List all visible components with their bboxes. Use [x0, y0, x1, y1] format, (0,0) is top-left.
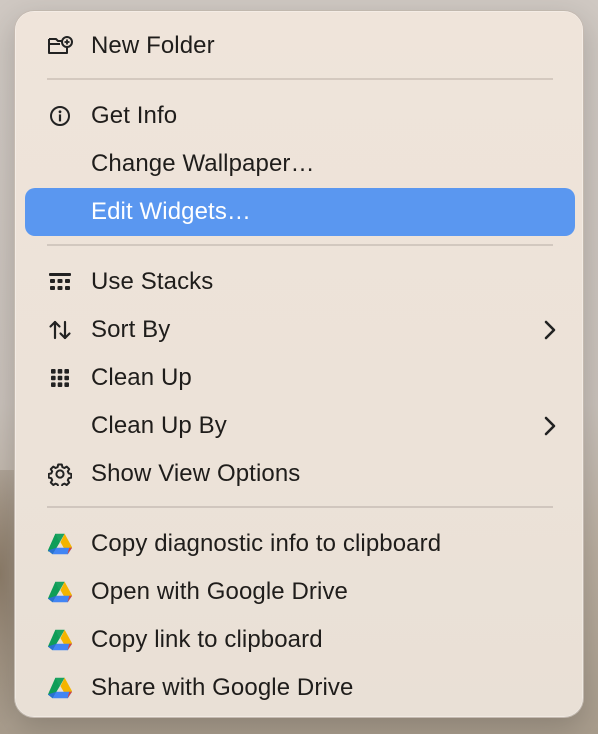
menu-item-label: Get Info [91, 102, 178, 129]
menu-item-label: Clean Up By [91, 412, 227, 439]
menu-item-clean-up-by[interactable]: Clean Up By [25, 402, 575, 450]
menu-item-label: Edit Widgets… [91, 198, 252, 225]
menu-item-label: Sort By [91, 316, 171, 343]
menu-item-use-stacks[interactable]: Use Stacks [25, 258, 575, 306]
google-drive-icon [47, 531, 73, 557]
menu-item-label: Share with Google Drive [91, 674, 354, 701]
menu-item-copy-link-to-clipboard[interactable]: Copy link to clipboard [25, 616, 575, 664]
menu-item-label: Clean Up [91, 364, 192, 391]
info-icon [47, 103, 73, 129]
sort-icon [47, 317, 73, 343]
menu-item-label: Copy link to clipboard [91, 626, 323, 653]
chevron-right-icon [544, 416, 556, 436]
menu-item-label: Use Stacks [91, 268, 214, 295]
menu-item-get-info[interactable]: Get Info [25, 92, 575, 140]
desktop-context-menu: New Folder Get Info Change Wallpaper… Ed… [14, 10, 584, 718]
new-folder-icon [47, 33, 73, 59]
stacks-icon [47, 269, 73, 295]
menu-item-new-folder[interactable]: New Folder [25, 22, 575, 70]
menu-item-show-view-options[interactable]: Show View Options [25, 450, 575, 498]
menu-item-edit-widgets[interactable]: Edit Widgets… [25, 188, 575, 236]
grid-icon [47, 365, 73, 391]
google-drive-icon [47, 579, 73, 605]
menu-item-sort-by[interactable]: Sort By [25, 306, 575, 354]
menu-item-open-with-google-drive[interactable]: Open with Google Drive [25, 568, 575, 616]
gear-icon [47, 461, 73, 487]
menu-item-copy-diagnostic-info[interactable]: Copy diagnostic info to clipboard [25, 520, 575, 568]
chevron-right-icon [544, 320, 556, 340]
menu-item-share-with-google-drive[interactable]: Share with Google Drive [25, 664, 575, 712]
menu-separator [47, 244, 553, 246]
menu-item-change-wallpaper[interactable]: Change Wallpaper… [25, 140, 575, 188]
menu-separator [47, 78, 553, 80]
google-drive-icon [47, 675, 73, 701]
menu-item-label: Show View Options [91, 460, 301, 487]
menu-item-label: Change Wallpaper… [91, 150, 315, 177]
menu-item-clean-up[interactable]: Clean Up [25, 354, 575, 402]
menu-item-label: Open with Google Drive [91, 578, 348, 605]
google-drive-icon [47, 627, 73, 653]
menu-item-label: New Folder [91, 32, 215, 59]
menu-item-label: Copy diagnostic info to clipboard [91, 530, 442, 557]
menu-separator [47, 506, 553, 508]
